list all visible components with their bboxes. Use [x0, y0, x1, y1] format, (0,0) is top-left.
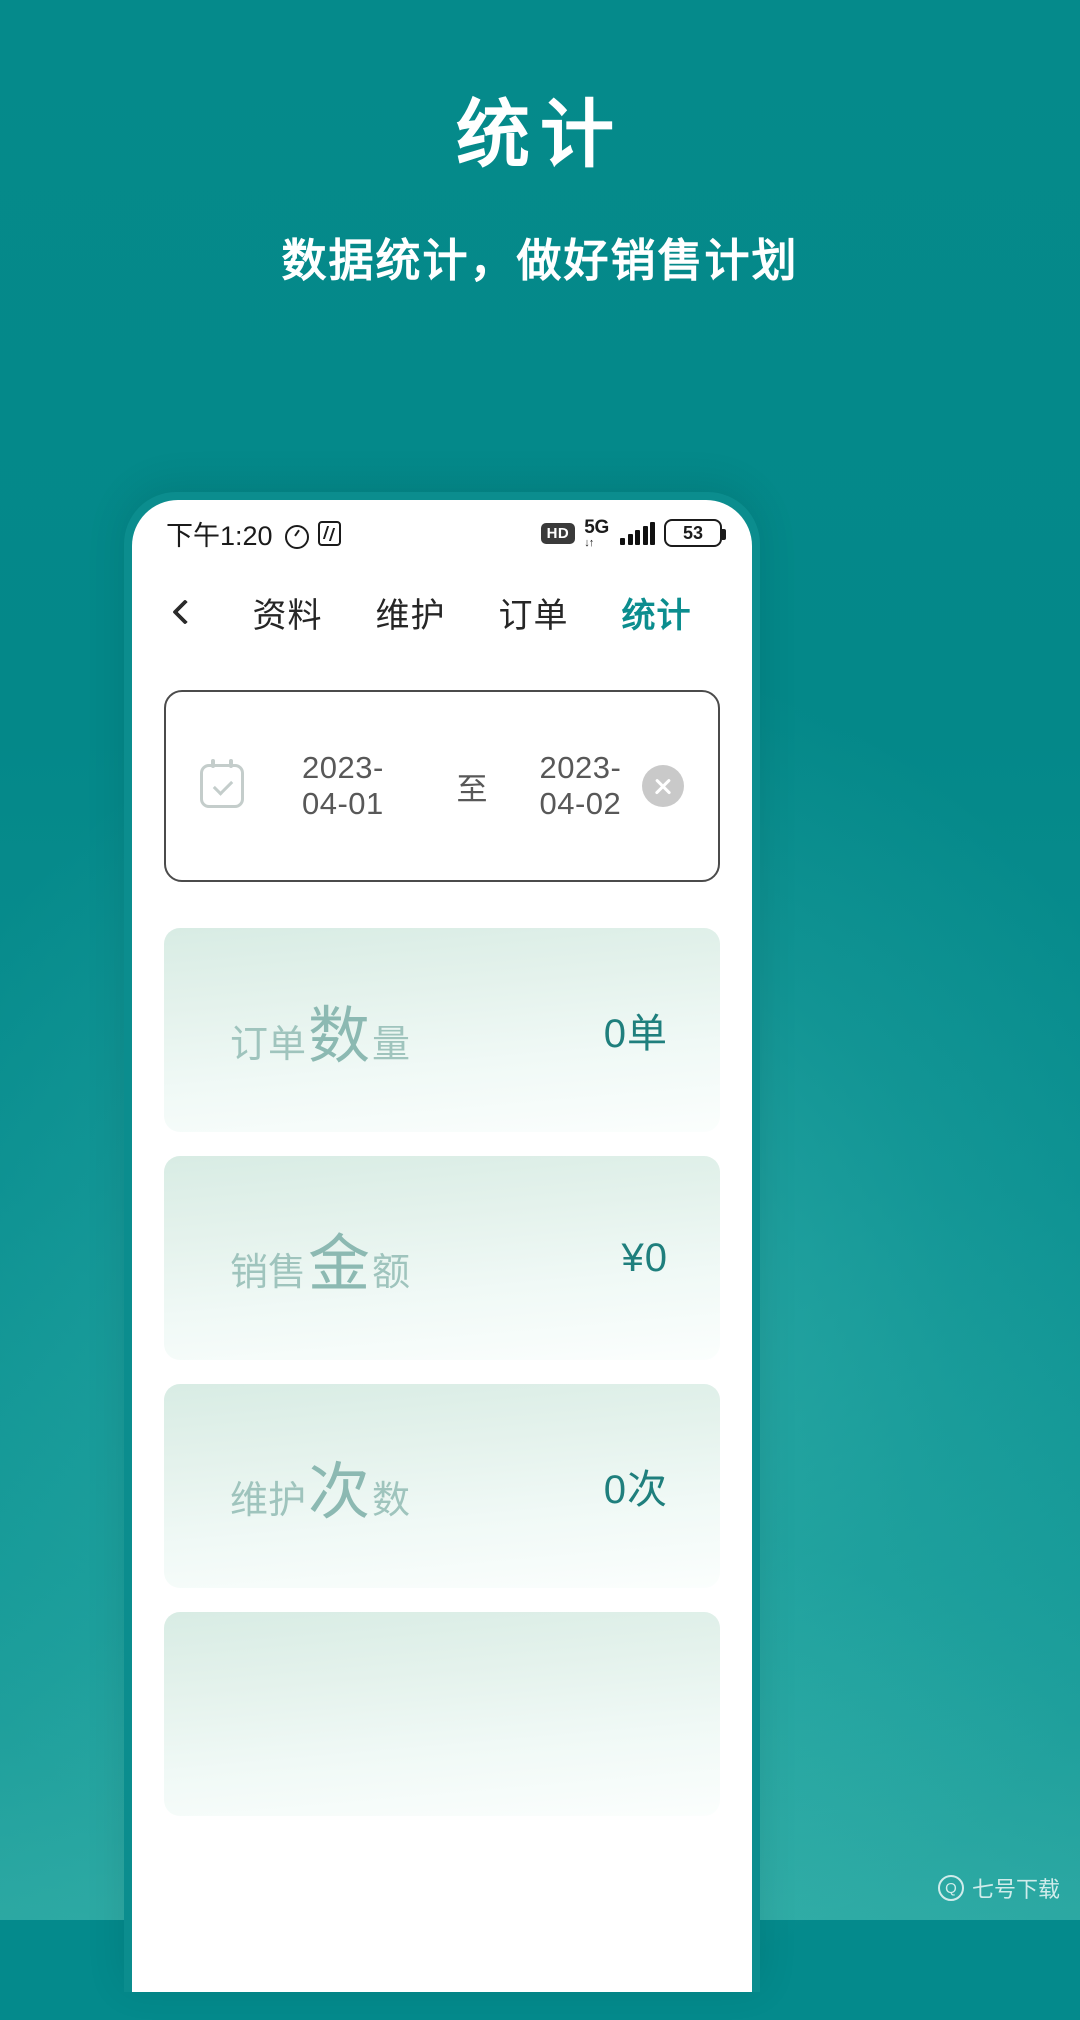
- back-button[interactable]: [158, 585, 212, 639]
- status-bar: 下午1:20 HD 5G ↓↑ 53: [132, 500, 752, 566]
- battery-percent: 53: [682, 522, 704, 543]
- phone-mockup: 下午1:20 HD 5G ↓↑ 53 资料 维护 订单 统计 2023-04-0…: [124, 492, 760, 1992]
- stat-card-order-count[interactable]: 订单 数 量 0单: [164, 928, 720, 1132]
- watermark-logo-icon: Q: [937, 1875, 964, 1901]
- status-time: 下午1:20: [166, 520, 273, 551]
- page-title: 统计: [456, 93, 624, 176]
- statistics-card-list: 订单 数 量 0单 销售 金 额 ¥0 维护 次 数 0次: [164, 928, 720, 1816]
- tab-ziliao[interactable]: 资料: [253, 588, 323, 637]
- stat-value: 0单: [603, 1012, 668, 1056]
- alarm-icon: [283, 521, 309, 549]
- network-activity-icon: ↓↑: [584, 536, 594, 549]
- stat-label-prefix: 订单: [230, 1024, 307, 1066]
- stat-card-partial[interactable]: [164, 1612, 720, 1816]
- phone-screen: 下午1:20 HD 5G ↓↑ 53 资料 维护 订单 统计 2023-04-0…: [132, 500, 752, 1992]
- stat-value: 0次: [603, 1468, 668, 1512]
- tab-list: 资料 维护 订单 统计: [212, 588, 726, 637]
- date-start-field[interactable]: 2023-04-01: [302, 750, 405, 822]
- stat-label-emphasis: 次: [308, 1458, 371, 1527]
- network-label: 5G: [584, 516, 609, 538]
- battery-icon: 53: [664, 519, 726, 547]
- tab-tongji[interactable]: 统计: [622, 588, 692, 637]
- stat-label: 维护 次 数: [230, 1441, 410, 1531]
- stat-label-prefix: 维护: [230, 1480, 307, 1522]
- stat-card-maintenance-count[interactable]: 维护 次 数 0次: [164, 1384, 720, 1588]
- stat-label-suffix: 量: [372, 1024, 411, 1066]
- stat-label-emphasis: 金: [308, 1230, 371, 1299]
- network-indicator: 5G ↓↑: [584, 518, 609, 549]
- navigation-bar: 资料 维护 订单 统计: [132, 566, 752, 658]
- stat-card-sales-amount[interactable]: 销售 金 额 ¥0: [164, 1156, 720, 1360]
- page-subtitle: 数据统计，做好销售计划: [281, 235, 799, 286]
- date-range-picker[interactable]: 2023-04-01 至 2023-04-02: [164, 690, 720, 882]
- stat-label-suffix: 数: [372, 1480, 411, 1522]
- tab-dingdan[interactable]: 订单: [499, 588, 569, 637]
- tab-weihu[interactable]: 维护: [376, 588, 446, 637]
- stat-label: 订单 数 量: [230, 985, 410, 1075]
- chevron-left-icon: [172, 599, 198, 625]
- clear-date-button[interactable]: [642, 765, 684, 807]
- stat-label: 销售 金 额: [230, 1213, 410, 1303]
- stat-label-suffix: 额: [372, 1252, 411, 1294]
- stat-value: ¥0: [621, 1235, 668, 1280]
- stat-label-emphasis: 数: [308, 1002, 371, 1071]
- watermark: Q 七号下载: [937, 1872, 1060, 1904]
- date-end-field[interactable]: 2023-04-02: [540, 750, 643, 822]
- nfc-icon: [317, 520, 341, 546]
- calendar-check-icon: [200, 759, 244, 808]
- hd-badge: HD: [540, 522, 576, 544]
- status-bar-right: HD 5G ↓↑ 53: [540, 518, 726, 549]
- status-bar-left: 下午1:20: [166, 514, 341, 553]
- watermark-text: 七号下载: [971, 1877, 1060, 1902]
- date-separator-label: 至: [456, 771, 488, 807]
- stat-label-prefix: 销售: [230, 1252, 307, 1294]
- signal-bars-icon: [620, 521, 655, 545]
